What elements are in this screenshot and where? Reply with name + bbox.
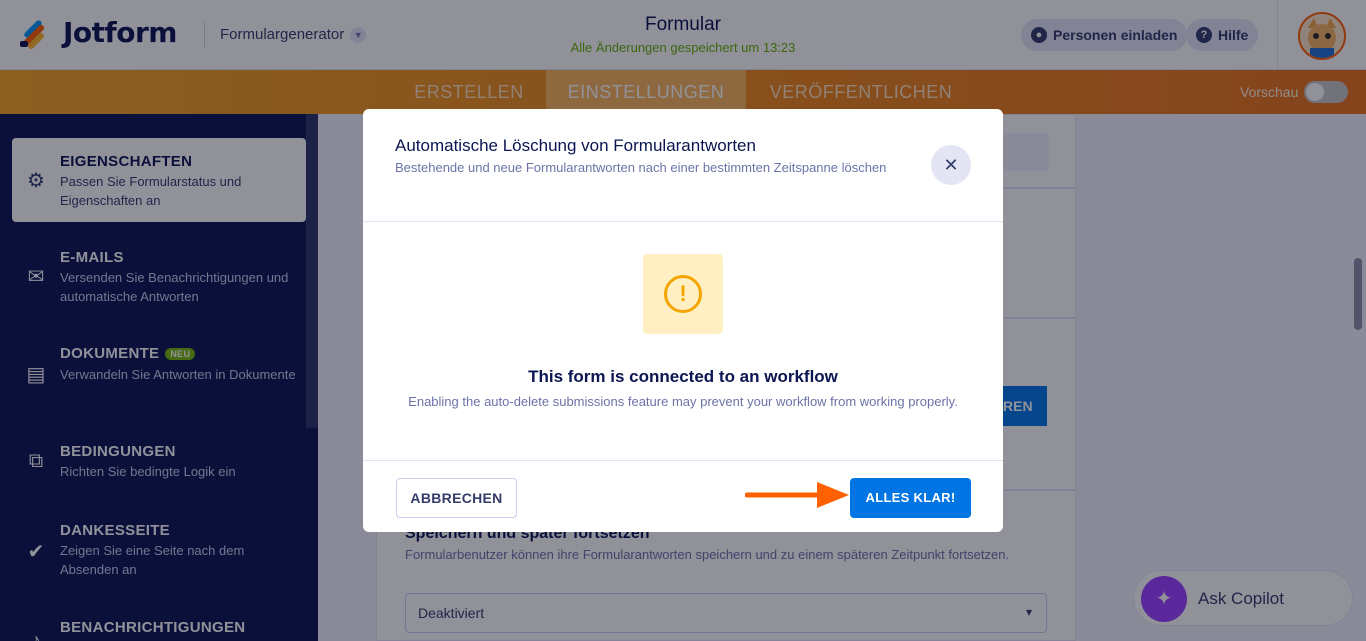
cancel-button[interactable]: ABBRECHEN <box>396 478 517 518</box>
auto-delete-modal: Automatische Löschung von Formularantwor… <box>363 109 1003 532</box>
modal-header: Automatische Löschung von Formularantwor… <box>363 109 1003 222</box>
close-icon[interactable]: ✕ <box>931 145 971 185</box>
modal-footer: ABBRECHEN ALLES KLAR! <box>363 460 1003 532</box>
warning-box: ! <box>643 254 723 334</box>
modal-message: Enabling the auto-delete submissions fea… <box>408 394 958 409</box>
confirm-button[interactable]: ALLES KLAR! <box>850 478 971 518</box>
modal-heading: This form is connected to an workflow <box>528 367 838 386</box>
modal-title: Automatische Löschung von Formularantwor… <box>395 136 756 155</box>
arrow-right-icon <box>745 482 849 508</box>
warning-icon: ! <box>664 275 702 313</box>
modal-subtitle: Bestehende und neue Formularantworten na… <box>395 160 887 175</box>
